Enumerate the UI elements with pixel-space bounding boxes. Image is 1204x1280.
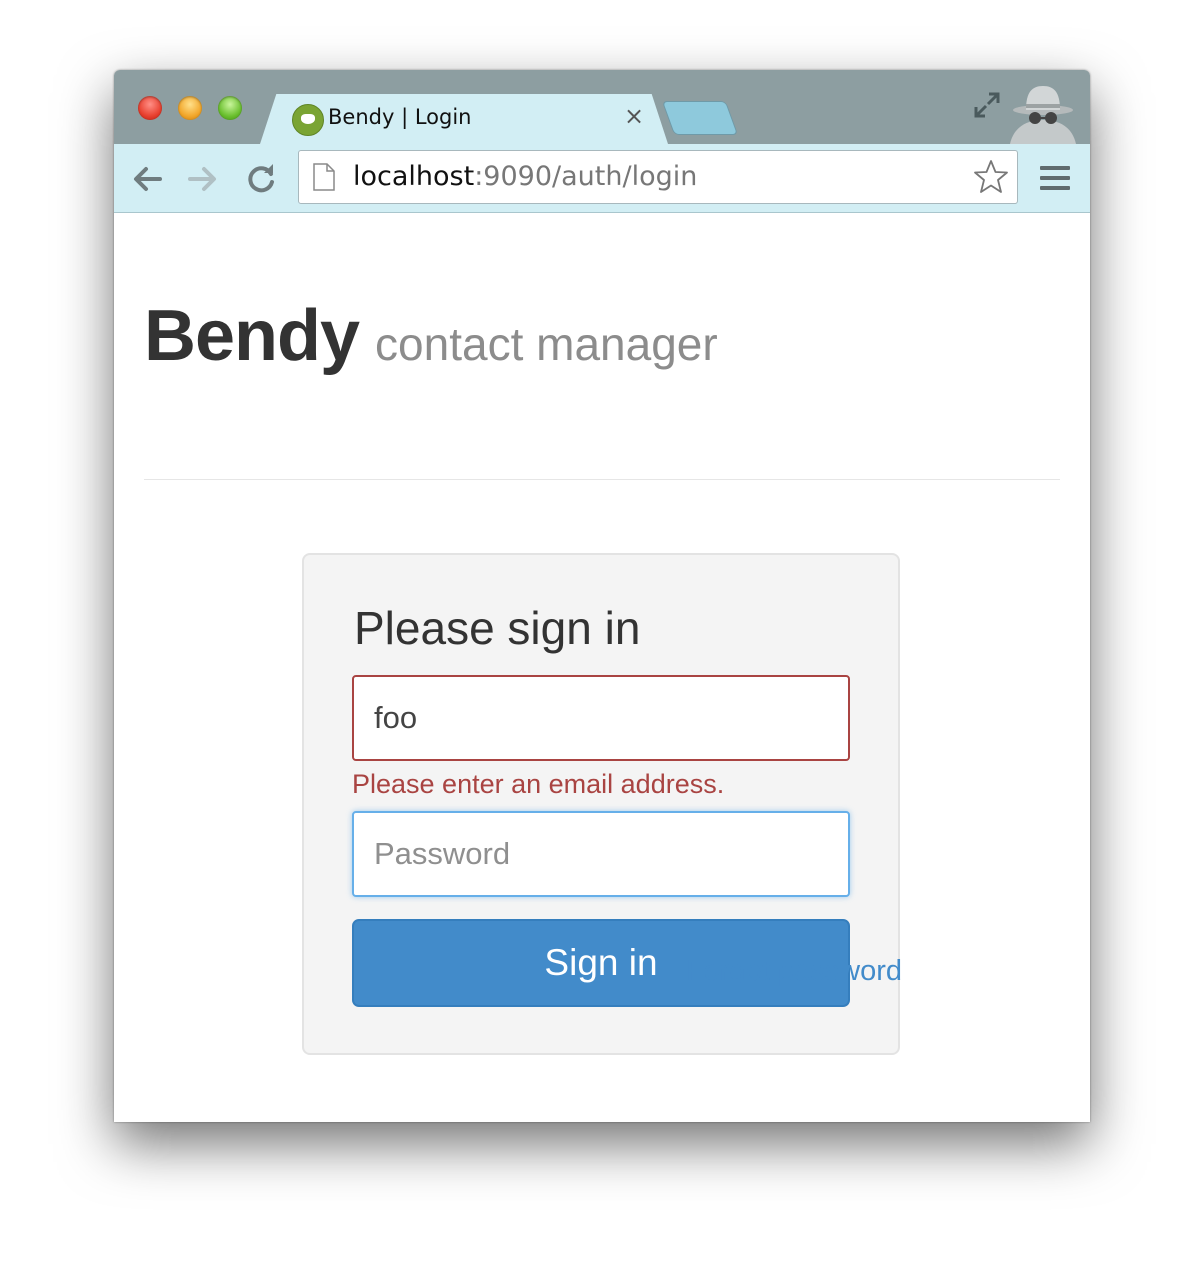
fullscreen-icon[interactable] <box>972 90 1002 120</box>
tab-close-icon[interactable]: × <box>624 104 644 128</box>
tab-title: Bendy | Login <box>328 105 472 129</box>
header-divider <box>144 479 1060 480</box>
star-icon[interactable] <box>973 159 1009 195</box>
new-tab-button[interactable] <box>661 101 739 135</box>
url-text: localhost:9090/auth/login <box>353 161 697 192</box>
page-header: Bendy contact manager <box>144 295 718 377</box>
favicon-icon <box>292 104 324 136</box>
back-arrow-icon[interactable] <box>130 162 164 196</box>
email-field[interactable] <box>352 675 850 761</box>
close-window-button[interactable] <box>138 96 162 120</box>
hamburger-menu-icon[interactable] <box>1040 164 1070 192</box>
forward-arrow-icon[interactable] <box>186 162 220 196</box>
url-path: :9090/auth/login <box>474 161 698 192</box>
url-host: localhost <box>353 161 475 192</box>
password-field[interactable] <box>352 811 850 897</box>
browser-toolbar: localhost:9090/auth/login <box>114 144 1090 213</box>
brand-tagline: contact manager <box>375 318 718 370</box>
email-error-message: Please enter an email address. <box>352 769 725 799</box>
forgot-password-link[interactable]: Forgot password <box>686 955 902 987</box>
minimize-window-button[interactable] <box>178 96 202 120</box>
page-icon <box>313 163 335 191</box>
zoom-window-button[interactable] <box>218 96 242 120</box>
tab-active[interactable]: Bendy | Login × <box>260 94 668 144</box>
address-bar[interactable]: localhost:9090/auth/login <box>298 150 1018 204</box>
browser-window: Bendy | Login × localhost:9090/auth/logi… <box>114 70 1090 1122</box>
brand-title: Bendy <box>144 296 360 376</box>
reload-icon[interactable] <box>244 162 278 196</box>
title-bar: Bendy | Login × <box>114 70 1090 144</box>
page-content: Bendy contact manager Please sign in Plea… <box>114 213 1090 1122</box>
incognito-icon <box>1010 86 1076 144</box>
form-heading: Please sign in <box>354 602 641 654</box>
forgot-password-row: Forgot password <box>114 955 902 988</box>
